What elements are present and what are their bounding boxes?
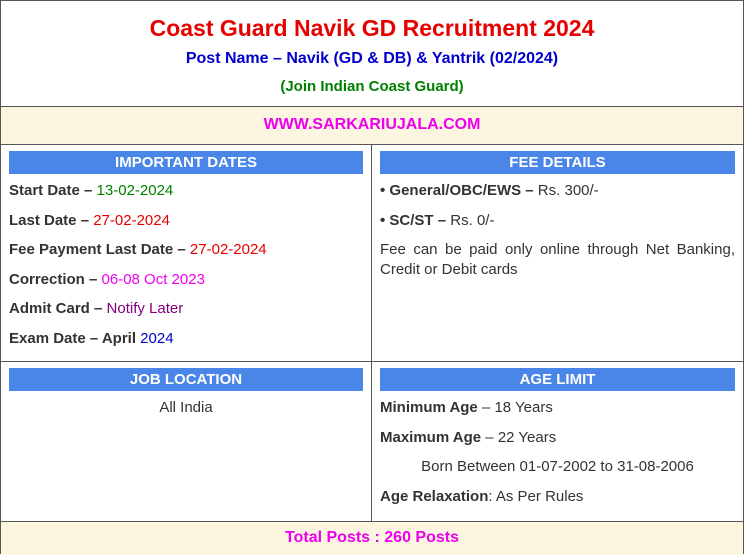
start-date: Start Date – 13-02-2024	[9, 182, 174, 199]
age-limit-cell: AGE LIMIT Minimum Age – 18 Years Maximum…	[372, 362, 743, 521]
fee-details-cell: FEE DETAILS • General/OBC/EWS – Rs. 300/…	[372, 145, 743, 361]
header: Coast Guard Navik GD Recruitment 2024 Po…	[1, 1, 743, 107]
maximum-age: Maximum Age – 22 Years	[380, 428, 557, 446]
age-limit-heading: AGE LIMIT	[380, 368, 735, 391]
site-url: WWW.SARKARIUJALA.COM	[1, 107, 743, 145]
total-posts: Total Posts : 260 Posts	[1, 522, 743, 555]
minimum-age: Minimum Age – 18 Years	[380, 399, 553, 416]
fee-payment-last-date: Fee Payment Last Date – 27-02-2024	[9, 241, 267, 258]
fee-general: • General/OBC/EWS – Rs. 300/-	[380, 182, 599, 199]
fee-note: Fee can be paid only online through Net …	[380, 241, 735, 278]
important-dates-heading: IMPORTANT DATES	[9, 151, 363, 174]
dates-fee-row: IMPORTANT DATES Start Date – 13-02-2024 …	[1, 145, 743, 362]
recruitment-table: Coast Guard Navik GD Recruitment 2024 Po…	[0, 0, 744, 555]
last-date: Last Date – 27-02-2024	[9, 211, 170, 229]
job-location-heading: JOB LOCATION	[9, 368, 363, 391]
tagline: (Join Indian Coast Guard)	[280, 78, 464, 95]
post-name: Post Name – Navik (GD & DB) & Yantrik (0…	[185, 50, 559, 67]
location-age-row: JOB LOCATION All India AGE LIMIT Minimum…	[1, 362, 743, 522]
admit-card: Admit Card – Notify Later	[9, 300, 184, 317]
age-relaxation: Age Relaxation: As Per Rules	[380, 487, 584, 505]
fee-details-heading: FEE DETAILS	[380, 151, 735, 174]
born-between: Born Between 01-07-2002 to 31-08-2006	[421, 458, 694, 475]
fee-sc-st: • SC/ST – Rs. 0/-	[380, 211, 495, 229]
important-dates-cell: IMPORTANT DATES Start Date – 13-02-2024 …	[1, 145, 372, 361]
job-location-value: All India	[159, 399, 213, 416]
page-title: Coast Guard Navik GD Recruitment 2024	[149, 15, 595, 41]
correction-date: Correction – 06-08 Oct 2023	[9, 270, 205, 288]
job-location-cell: JOB LOCATION All India	[1, 362, 372, 521]
exam-date: Exam Date – April 2024	[9, 329, 174, 347]
